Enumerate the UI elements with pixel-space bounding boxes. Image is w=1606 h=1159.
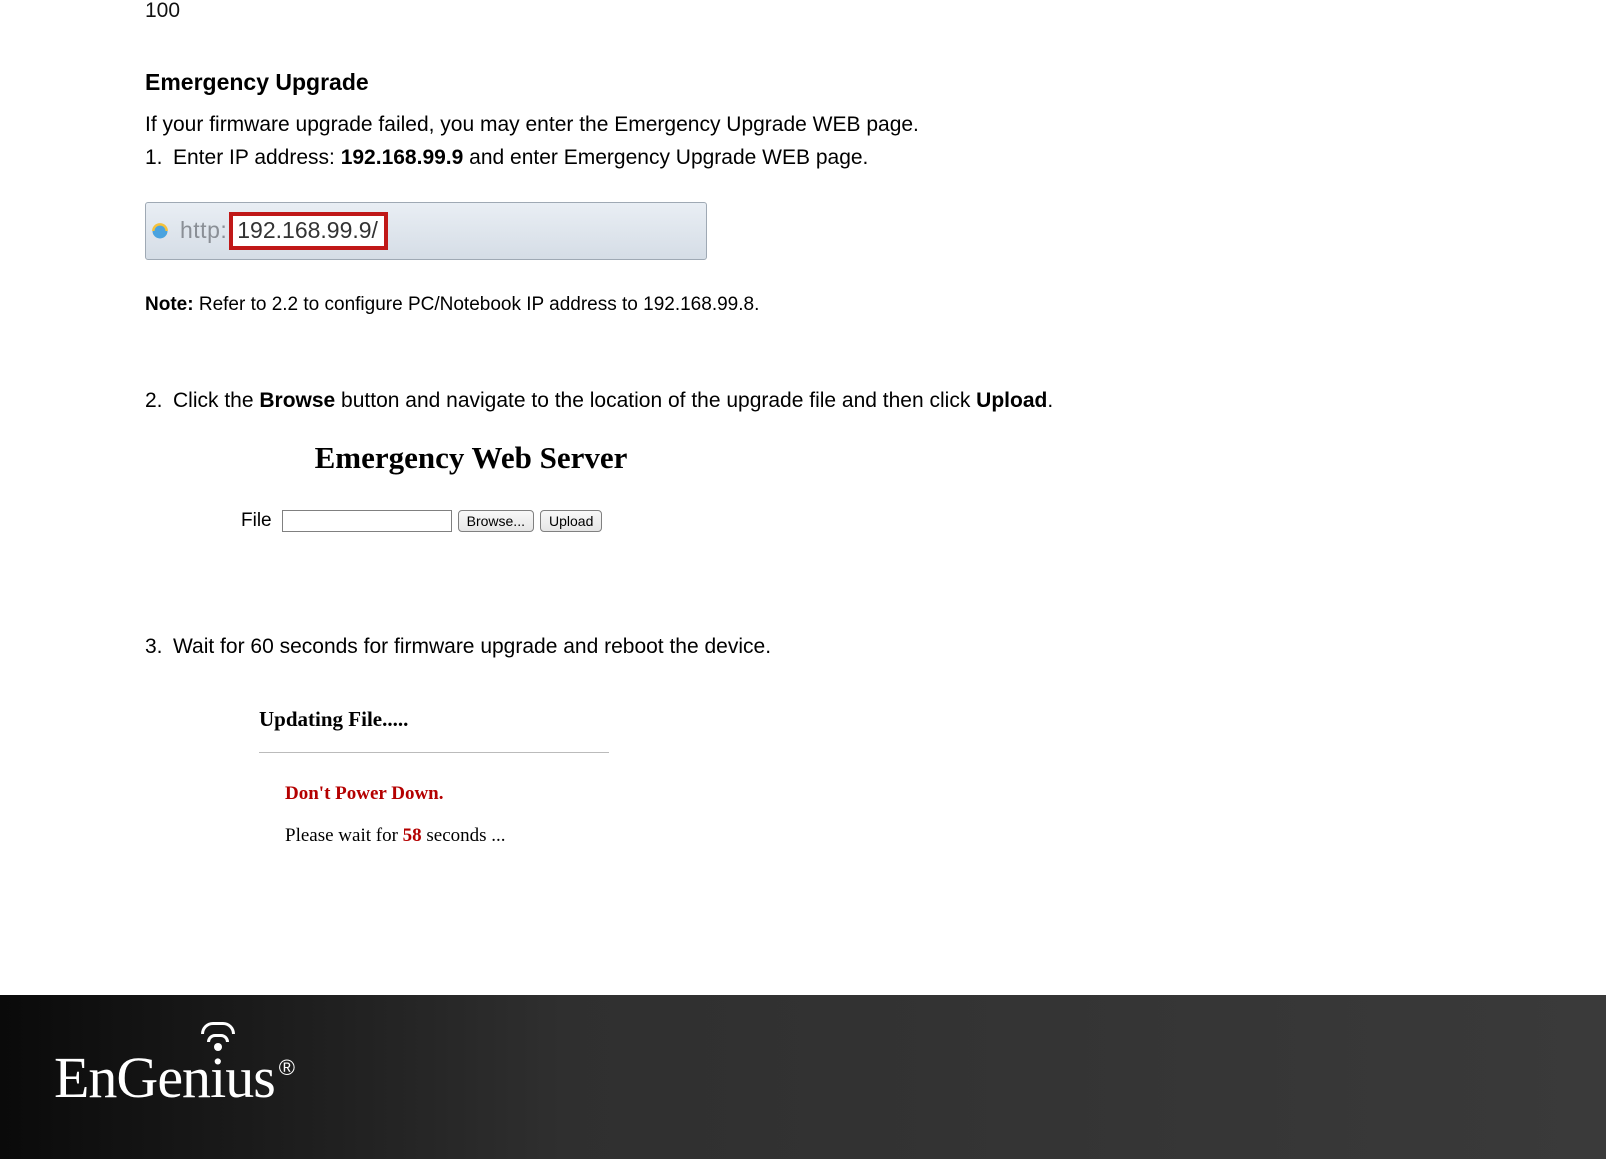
note-label: Note: <box>145 294 194 315</box>
intro-text: If your firmware upgrade failed, you may… <box>145 110 1465 139</box>
upload-button[interactable]: Upload <box>540 510 602 532</box>
file-label: File <box>241 510 272 532</box>
logo-part2: i <box>210 1045 225 1110</box>
page-number: 100 <box>145 0 1465 21</box>
step1-post: and enter Emergency Upgrade WEB page. <box>463 146 868 169</box>
note-text: Refer to 2.2 to configure PC/Notebook IP… <box>194 294 760 315</box>
step-1: 1.Enter IP address: 192.168.99.9 and ent… <box>145 143 1465 173</box>
dont-power-down: Don't Power Down. <box>285 783 609 805</box>
registered-mark: ® <box>279 1055 295 1081</box>
step-2-number: 2. <box>145 386 173 416</box>
step-1-number: 1. <box>145 143 173 173</box>
wait-seconds: 58 <box>403 825 422 846</box>
step2-upload-bold: Upload <box>976 389 1047 412</box>
step2-mid: button and navigate to the location of t… <box>335 389 976 412</box>
logo-part3: us <box>225 1044 275 1111</box>
footer: EnGenius® <box>0 995 1606 1159</box>
step-2-text: Click the Browse button and navigate to … <box>173 389 1053 412</box>
address-bar-figure: http: 192.168.99.9/ <box>145 202 707 260</box>
logo-part1: EnGen <box>54 1044 210 1111</box>
address-box: 192.168.99.9/ <box>229 212 388 250</box>
emergency-web-server-figure: Emergency Web Server File Browse... Uplo… <box>241 440 701 532</box>
emergency-title: Emergency Web Server <box>241 440 701 476</box>
updating-title: Updating File..... <box>259 707 609 732</box>
step1-pre: Enter IP address: <box>173 146 341 169</box>
wait-pre: Please wait for <box>285 825 403 846</box>
wait-text: Please wait for 58 seconds ... <box>285 825 609 847</box>
step-1-text: Enter IP address: 192.168.99.9 and enter… <box>173 146 868 169</box>
wifi-icon <box>201 1022 235 1053</box>
step-3-text: Wait for 60 seconds for firmware upgrade… <box>173 635 771 658</box>
section-title: Emergency Upgrade <box>145 69 1465 96</box>
updating-figure: Updating File..... Don't Power Down. Ple… <box>259 707 609 847</box>
browse-button[interactable]: Browse... <box>458 510 534 532</box>
step-3-number: 3. <box>145 632 173 662</box>
http-label: http: <box>180 217 227 244</box>
step2-browse-bold: Browse <box>259 389 335 412</box>
step2-pre: Click the <box>173 389 259 412</box>
file-input[interactable] <box>282 510 452 532</box>
step1-ip: 192.168.99.9 <box>341 146 464 169</box>
note: Note: Refer to 2.2 to configure PC/Noteb… <box>145 294 1465 316</box>
step2-post: . <box>1047 389 1053 412</box>
ie-icon <box>150 221 170 241</box>
divider <box>259 752 609 753</box>
step-3: 3.Wait for 60 seconds for firmware upgra… <box>145 632 1465 662</box>
engenius-logo: EnGenius® <box>54 1044 295 1111</box>
step-2: 2.Click the Browse button and navigate t… <box>145 386 1465 416</box>
wait-post: seconds ... <box>422 825 506 846</box>
